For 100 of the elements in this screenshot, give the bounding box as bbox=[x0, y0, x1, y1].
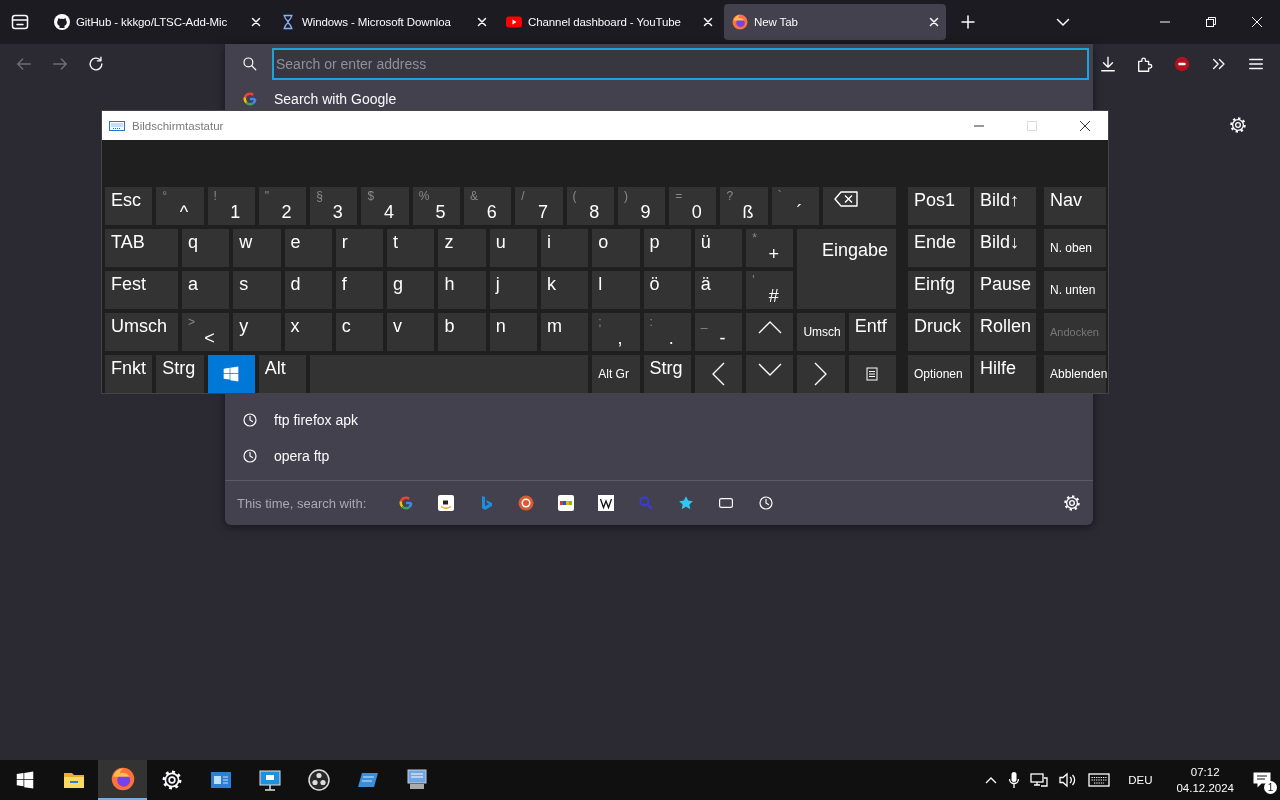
keyboard-key[interactable]: Optionen bbox=[908, 355, 970, 393]
keyboard-key[interactable]: s bbox=[233, 271, 281, 309]
tabs-icon[interactable] bbox=[718, 495, 735, 511]
keyboard-key[interactable]: ? ß bbox=[720, 187, 768, 225]
settings-gear-icon[interactable] bbox=[160, 769, 183, 791]
tab[interactable]: Channel dashboard - YouTube bbox=[498, 4, 720, 40]
keyboard-key[interactable]: ( 8 bbox=[566, 187, 614, 225]
keyboard-key[interactable]: w bbox=[233, 229, 281, 267]
address-field[interactable]: Search or enter address bbox=[272, 48, 1089, 80]
history-clock-icon[interactable] bbox=[758, 495, 775, 511]
keyboard-key[interactable]: y bbox=[233, 313, 281, 351]
tab-list-icon[interactable] bbox=[10, 12, 30, 32]
keyboard-key[interactable]: Alt Gr bbox=[592, 355, 640, 393]
keyboard-key[interactable]: * + bbox=[746, 229, 794, 267]
keyboard-key[interactable]: N. unten bbox=[1044, 271, 1106, 309]
keyboard-key[interactable]: z bbox=[438, 229, 486, 267]
keyboard-key[interactable]: ö bbox=[643, 271, 691, 309]
keyboard-key[interactable]: t bbox=[387, 229, 435, 267]
suggestion-item[interactable]: ftp firefox apk bbox=[225, 402, 1093, 438]
keyboard-key[interactable]: u bbox=[489, 229, 537, 267]
keyboard-key[interactable]: TAB bbox=[105, 229, 178, 267]
keyboard-key[interactable]: g bbox=[387, 271, 435, 309]
keyboard-key[interactable]: % 5 bbox=[412, 187, 461, 225]
keyboard-key[interactable]: f bbox=[335, 271, 384, 309]
smile-logo-icon[interactable] bbox=[438, 495, 455, 511]
keyboard-key[interactable]: ä bbox=[694, 271, 743, 309]
keyboard-icon[interactable] bbox=[1088, 773, 1111, 787]
keyboard-key[interactable]: Esc bbox=[105, 187, 153, 225]
clock-time[interactable]: 07:12 bbox=[1190, 764, 1220, 780]
tab[interactable]: New Tab bbox=[724, 4, 946, 40]
tab[interactable]: GitHub - kkkgo/LTSC-Add-Mic bbox=[46, 4, 268, 40]
keyboard-key[interactable]: Entf bbox=[848, 313, 896, 351]
keyboard-key[interactable]: k bbox=[540, 271, 589, 309]
keyboard-key[interactable]: l bbox=[592, 271, 640, 309]
keyboard-key[interactable]: > < bbox=[181, 313, 230, 351]
close-icon[interactable] bbox=[1079, 119, 1091, 132]
puzzle-icon[interactable] bbox=[1136, 55, 1154, 73]
windows-key[interactable] bbox=[207, 355, 255, 393]
tab[interactable]: Windows - Microsoft Downloa bbox=[272, 4, 494, 40]
keyboard-key[interactable]: v bbox=[387, 313, 435, 351]
keyboard-key[interactable]: : . bbox=[643, 313, 691, 351]
keyboard-key[interactable]: r bbox=[335, 229, 384, 267]
enter-key[interactable]: Eingabe bbox=[797, 229, 896, 309]
keyboard-key[interactable]: ` ´ bbox=[771, 187, 820, 225]
suggestion-item[interactable]: opera ftp bbox=[225, 438, 1093, 474]
keyboard-key[interactable]: / 7 bbox=[515, 187, 563, 225]
keyboard-key[interactable]: Ende bbox=[908, 229, 970, 267]
keyboard-key[interactable]: Abblenden bbox=[1044, 355, 1106, 393]
keyboard-key[interactable]: c bbox=[335, 313, 384, 351]
keyboard-key[interactable]: Pause bbox=[974, 271, 1036, 309]
clock-date[interactable]: 04.12.2024 bbox=[1176, 780, 1234, 796]
restore-icon[interactable] bbox=[1205, 16, 1217, 28]
keyboard-key[interactable]: N. oben bbox=[1044, 229, 1106, 267]
keyboard-key[interactable]: & 6 bbox=[464, 187, 512, 225]
menu-key[interactable] bbox=[848, 355, 896, 393]
keyboard-key[interactable]: j bbox=[489, 271, 537, 309]
keyboard-key[interactable]: x bbox=[284, 313, 332, 351]
keyboard-key[interactable]: ; , bbox=[592, 313, 640, 351]
input-language[interactable]: DEU bbox=[1128, 774, 1153, 786]
bookmark-star-icon[interactable] bbox=[678, 495, 695, 511]
computer-icon[interactable] bbox=[404, 768, 429, 792]
keyboard-key[interactable]: m bbox=[540, 313, 589, 351]
forward-icon[interactable] bbox=[51, 55, 69, 73]
keyboard-key[interactable]: ) 9 bbox=[617, 187, 666, 225]
keyboard-key[interactable]: Nav bbox=[1044, 187, 1106, 225]
new-tab-icon[interactable] bbox=[960, 14, 976, 30]
keyboard-key[interactable]: Umsch bbox=[105, 313, 178, 351]
backspace-key[interactable] bbox=[823, 187, 896, 225]
arrow-key[interactable] bbox=[746, 355, 794, 393]
arrow-key[interactable] bbox=[694, 355, 743, 393]
keyboard-key[interactable]: Fest bbox=[105, 271, 178, 309]
settings-icon[interactable] bbox=[1229, 116, 1247, 134]
duck-circle-icon[interactable] bbox=[518, 495, 535, 511]
keyboard-key[interactable]: ü bbox=[694, 229, 743, 267]
addon-badge-icon[interactable] bbox=[1173, 55, 1191, 73]
keyboard-key[interactable]: Druck bbox=[908, 313, 970, 351]
keyboard-key[interactable]: d bbox=[284, 271, 332, 309]
suggestion-item[interactable]: Search with Google bbox=[225, 84, 1093, 114]
keyboard-key[interactable]: _ - bbox=[694, 313, 743, 351]
keyboard-key[interactable]: e bbox=[284, 229, 332, 267]
w-logo-icon[interactable] bbox=[598, 495, 615, 511]
google-g-icon[interactable] bbox=[398, 495, 415, 511]
color-bars-icon[interactable] bbox=[558, 495, 575, 511]
keyboard-key[interactable]: p bbox=[643, 229, 691, 267]
keyboard-key[interactable]: Bild↑ bbox=[974, 187, 1036, 225]
keyboard-key[interactable]: i bbox=[540, 229, 589, 267]
download-icon[interactable] bbox=[1099, 55, 1117, 73]
keyboard-key[interactable]: ! 1 bbox=[207, 187, 255, 225]
monitor-icon[interactable] bbox=[257, 768, 282, 792]
keyboard-key[interactable]: o bbox=[592, 229, 640, 267]
keyboard-key[interactable]: Einfg bbox=[908, 271, 970, 309]
keyboard-key[interactable]: " 2 bbox=[258, 187, 307, 225]
back-icon[interactable] bbox=[15, 55, 33, 73]
keyboard-key[interactable]: ° ^ bbox=[156, 187, 204, 225]
keyboard-key[interactable]: Umsch bbox=[797, 313, 845, 351]
three-dot-circle-icon[interactable] bbox=[306, 768, 331, 792]
keyboard-key[interactable]: Strg bbox=[156, 355, 204, 393]
keyboard-key[interactable]: § 3 bbox=[310, 187, 358, 225]
network-icon[interactable] bbox=[1030, 772, 1049, 788]
notification-icon[interactable] bbox=[1252, 771, 1272, 789]
